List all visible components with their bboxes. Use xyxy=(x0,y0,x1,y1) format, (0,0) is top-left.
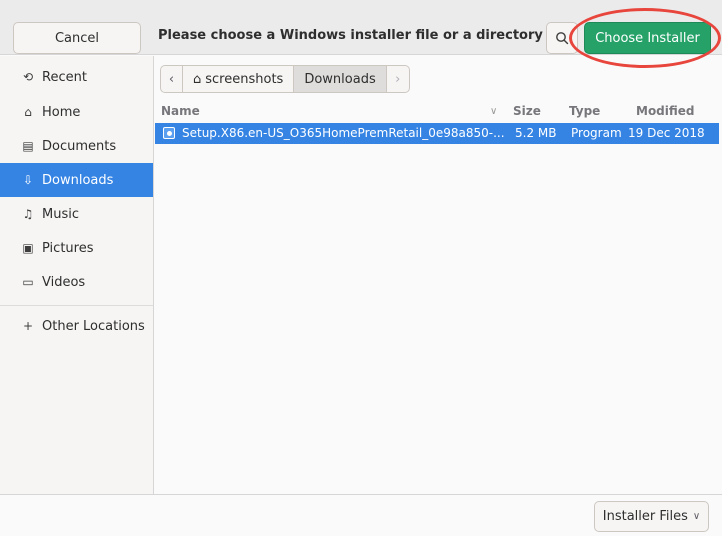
sidebar-item-videos[interactable]: ▭ Videos xyxy=(0,265,153,299)
file-filter-dropdown[interactable]: Installer Files ∨ xyxy=(594,501,709,532)
picture-icon: ▣ xyxy=(22,241,34,255)
home-icon: ⌂ xyxy=(193,71,202,87)
video-icon: ▭ xyxy=(22,275,34,289)
sidebar-item-label: Music xyxy=(42,206,79,222)
choose-installer-button[interactable]: Choose Installer xyxy=(584,22,711,54)
sidebar-item-other-locations[interactable]: + Other Locations xyxy=(0,309,153,343)
sidebar-item-recent[interactable]: ⟲ Recent xyxy=(0,60,153,94)
sidebar-item-pictures[interactable]: ▣ Pictures xyxy=(0,231,153,265)
sidebar-item-documents[interactable]: ▤ Documents xyxy=(0,129,153,163)
search-icon xyxy=(556,32,569,45)
plus-icon: + xyxy=(22,319,34,333)
sidebar-divider xyxy=(0,305,153,306)
file-list-header: Name ∨ Size Type Modified xyxy=(155,103,722,121)
header-bar: Cancel Please choose a Windows installer… xyxy=(0,0,722,68)
sidebar-item-label: Other Locations xyxy=(42,318,145,334)
column-header-modified[interactable]: Modified xyxy=(636,104,695,118)
sidebar-item-home[interactable]: ⌂ Home xyxy=(0,95,153,129)
sidebar-item-label: Recent xyxy=(42,69,87,85)
file-filter-label: Installer Files xyxy=(602,509,688,524)
column-header-name[interactable]: Name xyxy=(161,104,200,118)
cancel-button-label: Cancel xyxy=(54,30,100,46)
choose-installer-label: Choose Installer xyxy=(595,30,700,46)
chevron-right-icon: › xyxy=(395,71,401,87)
sidebar-item-music[interactable]: ♫ Music xyxy=(0,197,153,231)
sidebar-item-label: Pictures xyxy=(42,240,94,256)
path-segment-screenshots[interactable]: ⌂ screenshots xyxy=(183,66,295,92)
executable-file-icon xyxy=(163,127,175,139)
file-name: Setup.X86.en-US_O365HomePremRetail_0e98a… xyxy=(182,126,505,140)
column-header-type[interactable]: Type xyxy=(569,104,600,118)
column-header-size[interactable]: Size xyxy=(513,104,541,118)
sidebar-item-downloads[interactable]: ⇩ Downloads xyxy=(0,163,153,197)
clock-icon: ⟲ xyxy=(22,70,34,84)
dialog-title: Please choose a Windows installer file o… xyxy=(158,28,578,43)
path-bar: ‹ ⌂ screenshots Downloads › xyxy=(160,65,410,93)
path-segment-downloads[interactable]: Downloads xyxy=(294,66,387,92)
chevron-left-icon: ‹ xyxy=(168,71,175,87)
sort-chevron-icon: ∨ xyxy=(490,106,498,117)
music-icon: ♫ xyxy=(22,207,34,221)
path-forward-button[interactable]: › xyxy=(387,66,409,92)
path-back-button[interactable]: ‹ xyxy=(161,66,183,92)
sidebar-item-label: Home xyxy=(42,104,81,120)
chevron-down-icon: ∨ xyxy=(692,511,701,522)
file-type: Program xyxy=(571,126,622,140)
search-button[interactable] xyxy=(546,22,578,54)
path-segment-label: screenshots xyxy=(205,71,284,87)
sidebar-item-label: Downloads xyxy=(42,172,114,188)
places-sidebar: ⟲ Recent ⌂ Home ▤ Documents ⇩ Downloads … xyxy=(0,56,154,494)
file-chooser-dialog: Cancel Please choose a Windows installer… xyxy=(0,0,722,536)
file-size: 5.2 MB xyxy=(515,126,557,140)
home-icon: ⌂ xyxy=(24,105,32,119)
file-row-selected[interactable]: Setup.X86.en-US_O365HomePremRetail_0e98a… xyxy=(155,123,719,144)
dialog-footer: Installer Files ∨ xyxy=(0,494,722,536)
cancel-button[interactable]: Cancel xyxy=(13,22,141,54)
sidebar-item-label: Videos xyxy=(42,274,86,290)
path-segment-label: Downloads xyxy=(304,71,376,87)
document-icon: ▤ xyxy=(22,139,34,153)
sidebar-item-label: Documents xyxy=(42,138,117,154)
download-icon: ⇩ xyxy=(22,173,34,187)
file-modified: 19 Dec 2018 xyxy=(628,126,705,140)
